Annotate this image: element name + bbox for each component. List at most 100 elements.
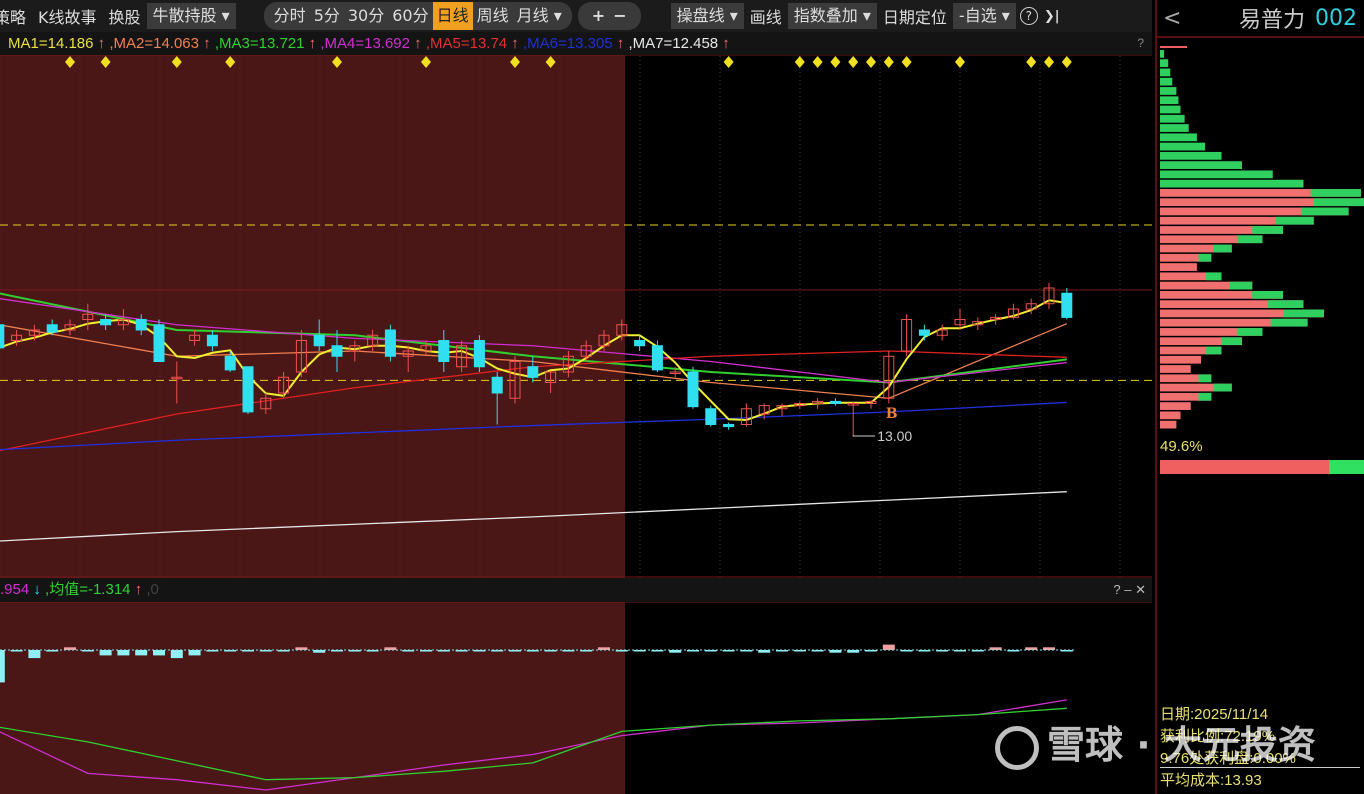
index-overlay-label: 指数叠加 [793, 6, 858, 25]
profit-ratio-bar [1160, 460, 1364, 474]
holder-dropdown[interactable]: 牛散持股 ▾ [146, 3, 236, 29]
indicator-legend: .954 ↓ ,均值=-1.314 ↑ ,0 ? – ✕ [0, 578, 1152, 602]
up-arrow-icon: ↑ [304, 35, 321, 52]
candle-body [384, 329, 396, 357]
ma-label-7: ,MA7=12.458 [628, 35, 719, 52]
chip-bar-loss [1252, 226, 1283, 234]
chip-profile [1160, 46, 1364, 429]
low-marker-line [852, 435, 876, 437]
index-overlay-dropdown[interactable]: 指数叠加 ▾ [787, 3, 877, 29]
strategy-tab[interactable]: 策略 [0, 4, 32, 28]
switch-stock-tab[interactable]: 换股 [103, 4, 147, 28]
signal-diamond-icon [830, 56, 841, 68]
candle-body [527, 366, 539, 378]
chip-bar [1160, 50, 1165, 58]
indicator-bar [882, 644, 895, 650]
zoom-out-button[interactable]: − [609, 2, 630, 30]
candle-body [0, 324, 5, 349]
help-icon[interactable]: ? [1019, 7, 1038, 25]
indicator-bar [277, 650, 290, 652]
collapse-panel-icon[interactable]: ❯| [1038, 9, 1066, 24]
indicator-bar [669, 650, 682, 653]
stock-header: < 易普力 002 [1157, 0, 1364, 38]
help-icon[interactable]: ? [1137, 32, 1144, 55]
low-price-label: 13.00 [877, 428, 912, 444]
up-arrow-icon: ↑ [134, 581, 143, 598]
chip-bar-loss [1198, 374, 1212, 383]
watchlist-label: -自选 [958, 6, 997, 25]
period-monthly[interactable]: 月线 ▾ [513, 2, 566, 30]
watermark: 雪球 · 大元投资 [995, 722, 1316, 770]
indicator-controls[interactable]: ? – ✕ [1113, 578, 1146, 602]
chip-bar-loss [1236, 328, 1263, 336]
chip-bar-loss [1213, 383, 1232, 392]
chip-bar-loss [1236, 235, 1263, 244]
chip-distribution-panel: < 易普力 002 49.6% 日期:2025/11/14 获利比例:72.19… [1155, 0, 1364, 794]
indicator-bar [135, 650, 148, 656]
indicator-bar [829, 650, 842, 653]
candle-body [100, 319, 112, 326]
candle-body [918, 329, 930, 336]
avg-cost-label: 平均成本:13.93 [1160, 772, 1262, 789]
period-5min[interactable]: 5分 [310, 2, 344, 30]
period-selector: 分时 5分 30分 60分 日线 周线 月线 ▾ [263, 2, 572, 30]
toolbar: 策略 K线故事 换股 牛散持股 ▾ 分时 5分 30分 60分 日线 周线 月线… [0, 0, 1152, 32]
chip-bar [1160, 124, 1189, 132]
chip-bar-loss [1313, 198, 1364, 207]
kline-story-tab[interactable]: K线故事 [32, 4, 103, 28]
zoom-in-button[interactable]: + [588, 2, 609, 30]
snowball-logo-icon [995, 725, 1039, 770]
buy-signal-label: B [886, 406, 898, 422]
chip-bar-loss [1198, 253, 1212, 262]
monthly-label: 月线 [516, 6, 549, 25]
ma-label-4: ,MA4=13.692 [320, 35, 410, 52]
chip-bar-loss [1229, 281, 1253, 290]
chip-bar [1160, 77, 1173, 86]
chip-bar [1160, 142, 1206, 151]
candle-body [705, 408, 717, 425]
candle-body [206, 334, 218, 347]
chip-bar [1160, 59, 1169, 68]
ma-label-5: ,MA5=13.74 [425, 35, 508, 52]
signal-diamond-icon [1044, 56, 1054, 68]
up-arrow-icon: ↑ [93, 35, 110, 52]
chip-bar [1160, 133, 1197, 142]
up-arrow-icon: ↑ [198, 35, 215, 52]
back-icon[interactable]: < [1163, 6, 1233, 31]
zoom-controls: + − [577, 2, 641, 30]
chip-bar [1160, 402, 1191, 410]
chip-bar-loss [1267, 300, 1304, 309]
chip-bar [1160, 114, 1185, 123]
chip-bar [1160, 420, 1177, 429]
candle-body [829, 400, 841, 404]
watermark-text: 雪球 · 大元投资 [1047, 723, 1316, 767]
candle-body [491, 376, 503, 394]
indicator-bar [99, 650, 112, 656]
watchlist-dropdown[interactable]: -自选 ▾ [952, 3, 1016, 29]
chip-bar-loss [1275, 216, 1314, 225]
period-30min[interactable]: 30分 [344, 2, 388, 30]
indicator-zero: ,0 [146, 581, 159, 598]
period-intraday[interactable]: 分时 [270, 2, 310, 30]
candle-body [687, 371, 699, 408]
candle-body [135, 319, 147, 331]
signal-diamond-icon [955, 56, 965, 68]
ma-label-6: ,MA6=13.305 [522, 35, 613, 52]
chip-bar [1160, 161, 1242, 169]
up-arrow-icon: ↑ [612, 35, 629, 52]
holder-label: 牛散持股 [152, 6, 217, 25]
chip-bar-loss [1221, 337, 1242, 346]
candle-body [331, 345, 343, 357]
candle-body [723, 424, 735, 428]
indicator-bar [509, 650, 521, 652]
period-weekly[interactable]: 周线 [473, 2, 513, 30]
signal-diamond-icon [812, 56, 823, 68]
period-daily[interactable]: 日线 [432, 2, 473, 30]
draw-line-button[interactable]: 画线 [744, 4, 788, 28]
period-60min[interactable]: 60分 [388, 2, 432, 30]
date-locate-button[interactable]: 日期定位 [877, 4, 953, 28]
indicator-bar [544, 650, 557, 652]
trading-line-dropdown[interactable]: 操盘线 ▾ [670, 3, 744, 29]
kline-chart[interactable]: 13.00 B [0, 0, 1152, 794]
signal-diamond-icon [901, 56, 912, 68]
